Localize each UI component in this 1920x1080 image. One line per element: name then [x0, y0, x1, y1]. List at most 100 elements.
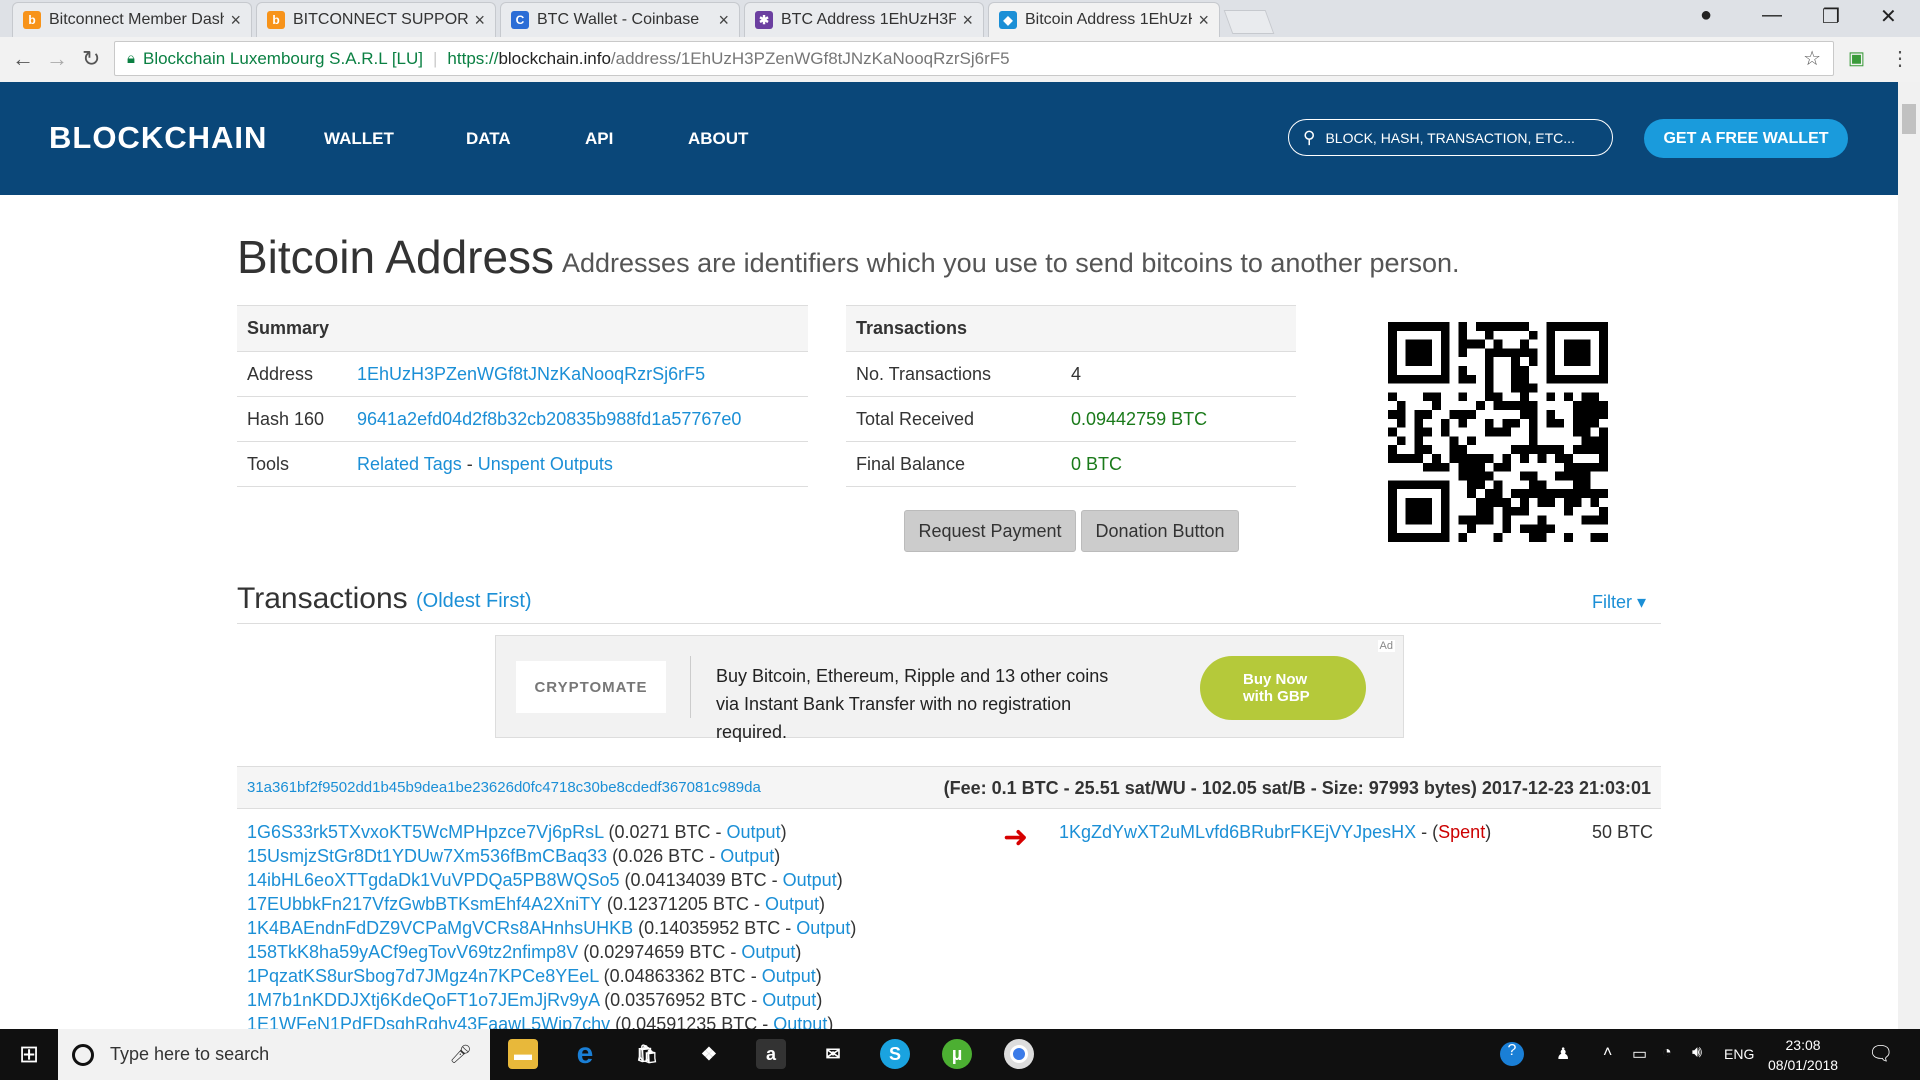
hash160-link[interactable]: 9641a2efd04d2f8b32cb20835b988fd1a57767e0 — [357, 409, 741, 429]
edge-icon[interactable]: e — [570, 1037, 600, 1070]
browser-tab[interactable]: C BTC Wallet - Coinbase × — [500, 2, 740, 37]
unspent-outputs-link[interactable]: Unspent Outputs — [478, 454, 613, 474]
nav-api[interactable]: API — [585, 129, 613, 149]
browser-tab[interactable]: b Bitconnect Member Dash × — [12, 2, 252, 37]
reload-icon[interactable]: ↻ — [82, 46, 100, 72]
output-status-spent[interactable]: Spent — [1438, 822, 1485, 842]
donation-button[interactable]: Donation Button — [1081, 510, 1239, 552]
nav-data[interactable]: DATA — [466, 129, 511, 149]
close-tab-icon[interactable]: × — [962, 10, 973, 31]
input-row: 15UsmjzStGr8Dt1YDUw7Xm536fBmCBaq33 (0.02… — [247, 846, 781, 866]
wifi-icon[interactable]: ◔ — [1662, 1044, 1672, 1062]
input-output-link[interactable]: Output — [765, 894, 819, 914]
notifications-icon[interactable]: 🗨︎ — [1868, 1041, 1893, 1066]
profile-icon[interactable]: ● — [1700, 4, 1712, 27]
close-tab-icon[interactable]: × — [718, 10, 729, 31]
input-address-link[interactable]: 1G6S33rk5TXvxoKT5WcMPHpzce7Vj6pRsL — [247, 822, 603, 842]
input-output-link[interactable]: Output — [796, 918, 850, 938]
related-tags-link[interactable]: Related Tags — [357, 454, 462, 474]
nav-wallet[interactable]: WALLET — [324, 129, 394, 149]
ad-text: Buy Bitcoin, Ethereum, Ripple and 13 oth… — [716, 666, 1109, 742]
input-address-link[interactable]: 15UsmjzStGr8Dt1YDUw7Xm536fBmCBaq33 — [247, 846, 607, 866]
battery-icon[interactable]: ▭ — [1632, 1044, 1647, 1064]
input-amount: 0.03576952 BTC — [610, 990, 747, 1010]
windows-taskbar: ⊞ Type here to search 🎤︎ ▬ e 🛍︎ ❖ a ✉ S … — [0, 1029, 1920, 1080]
input-address-link[interactable]: 1K4BAEndnFdDZ9VCPaMgVCRs8AHnhsUHKB — [247, 918, 633, 938]
browser-tab[interactable]: ✱ BTC Address 1EhUzH3PZ × — [744, 2, 984, 37]
no-transactions-value: 4 — [1061, 351, 1296, 397]
cortana-icon — [72, 1043, 94, 1066]
filter-dropdown[interactable]: Filter ▾ — [1592, 592, 1646, 613]
close-tab-icon[interactable]: × — [1198, 10, 1209, 31]
ad-banner[interactable]: CRYPTOMATE Buy Bitcoin, Ethereum, Ripple… — [495, 635, 1404, 742]
transaction-hash-link[interactable]: 31a361bf2f9502dd1b45b9dea1be23626d0fc471… — [247, 779, 761, 796]
input-address-link[interactable]: 14ibHL6eoXTTgdaDk1VuVPDQa5PB8WQSo5 — [247, 870, 620, 890]
input-output-link[interactable]: Output — [741, 942, 795, 962]
get-free-wallet-button[interactable]: GET A FREE WALLET — [1644, 119, 1848, 158]
oldest-first-link[interactable]: (Oldest First) — [416, 590, 532, 613]
request-payment-button[interactable]: Request Payment — [904, 510, 1076, 552]
input-row: 14ibHL6eoXTTgdaDk1VuVPDQa5PB8WQSo5 (0.04… — [247, 870, 843, 890]
tab-title: BITCONNECT SUPPORT — [293, 11, 469, 28]
language-indicator[interactable]: ENG — [1724, 1046, 1754, 1062]
clock[interactable]: 23:08 08/01/2018 — [1768, 1035, 1838, 1075]
transactions-summary-table: Transactions No. Transactions 4 Total Re… — [846, 305, 1296, 487]
browser-tab[interactable]: b BITCONNECT SUPPORT × — [256, 2, 496, 37]
input-output-link[interactable]: Output — [762, 966, 816, 986]
ad-buy-now-button[interactable]: Buy Now with GBP — [1200, 656, 1366, 720]
browser-tab-active[interactable]: ◆ Bitcoin Address 1EhUzH3 × — [988, 2, 1220, 37]
extension-icon[interactable]: ▣ — [1848, 48, 1865, 69]
tab-favicon-icon: ◆ — [999, 11, 1017, 29]
file-explorer-icon[interactable]: ▬ — [508, 1039, 538, 1069]
forward-icon[interactable]: → — [46, 46, 68, 72]
new-tab-button[interactable] — [1223, 10, 1275, 34]
mail-icon[interactable]: ✉ — [818, 1039, 848, 1069]
input-output-link[interactable]: Output — [762, 990, 816, 1010]
output-address-link[interactable]: 1KgZdYwXT2uMLvfd6BRubrFKEjVYJpesHX — [1059, 822, 1416, 842]
back-icon[interactable]: ← — [12, 46, 34, 72]
scrollbar-thumb[interactable] — [1902, 104, 1916, 134]
microphone-icon[interactable]: 🎤︎ — [449, 1044, 472, 1065]
skype-icon[interactable]: S — [880, 1039, 910, 1069]
start-windows-icon[interactable]: ⊞ — [0, 1029, 58, 1080]
page-scrollbar[interactable] — [1898, 82, 1920, 1029]
taskbar-search-input[interactable]: Type here to search 🎤︎ — [58, 1029, 490, 1080]
dropbox-icon[interactable]: ❖ — [694, 1039, 724, 1069]
chrome-icon[interactable] — [1004, 1039, 1034, 1069]
tray-chevron-icon[interactable]: ˄ — [1603, 1044, 1612, 1062]
ad-logo[interactable]: CRYPTOMATE — [516, 661, 666, 713]
input-address-link[interactable]: 1M7b1nKDDJXtj6KdeQoFT1o7JEmJjRv9yA — [247, 990, 599, 1010]
nav-about[interactable]: ABOUT — [688, 129, 748, 149]
volume-icon[interactable]: 🔊︎ — [1692, 1044, 1702, 1062]
menu-kebab-icon[interactable]: ⋮ — [1890, 46, 1910, 71]
site-search-input[interactable]: ⚲ BLOCK, HASH, TRANSACTION, ETC... — [1288, 119, 1613, 156]
input-address-link[interactable]: 17EUbbkFn217VfzGwbBTKsmEhf4A2XniTY — [247, 894, 602, 914]
divider — [237, 623, 1661, 624]
people-icon[interactable]: ♟ — [1556, 1044, 1570, 1064]
url-bar[interactable]: 🔒︎ Blockchain Luxembourg S.A.R.L [LU] | … — [114, 41, 1834, 76]
close-tab-icon[interactable]: × — [230, 10, 241, 31]
input-output-link[interactable]: Output — [783, 870, 837, 890]
site-logo[interactable]: BLOCKCHAIN — [49, 120, 267, 156]
amazon-icon[interactable]: a — [756, 1039, 786, 1069]
tools-separator: - — [466, 453, 473, 474]
input-output-link[interactable]: Output — [720, 846, 774, 866]
close-window-icon[interactable]: ✕ — [1880, 4, 1897, 29]
bookmark-star-icon[interactable]: ☆ — [1803, 46, 1821, 71]
restore-icon[interactable]: ❐ — [1822, 4, 1840, 29]
input-output-link[interactable]: Output — [727, 822, 781, 842]
utorrent-icon[interactable]: µ — [942, 1039, 972, 1069]
input-address-link[interactable]: 1PqzatKS8urSbog7d7JMgz4n7KPCe8YEeL — [247, 966, 599, 986]
minimize-icon[interactable]: — — [1762, 4, 1782, 27]
close-tab-icon[interactable]: × — [474, 10, 485, 31]
input-address-link[interactable]: 158TkK8ha59yACf9egTovV69tz2nfimp8V — [247, 942, 578, 962]
browser-toolbar: ← → ↻ 🔒︎ Blockchain Luxembourg S.A.R.L [… — [0, 37, 1920, 83]
help-icon[interactable]: ? — [1500, 1042, 1524, 1066]
tab-title: BTC Address 1EhUzH3PZ — [781, 11, 957, 28]
ad-button-label: Buy Now with GBP — [1243, 671, 1310, 705]
store-icon[interactable]: 🛍︎ — [632, 1039, 662, 1069]
address-link[interactable]: 1EhUzH3PZenWGf8tJNzKaNooqRzrSj6rF5 — [357, 364, 705, 384]
tab-title: Bitcoin Address 1EhUzH3 — [1025, 11, 1193, 28]
input-amount: 0.04863362 BTC — [609, 966, 746, 986]
output-separator: - — [1416, 822, 1433, 842]
